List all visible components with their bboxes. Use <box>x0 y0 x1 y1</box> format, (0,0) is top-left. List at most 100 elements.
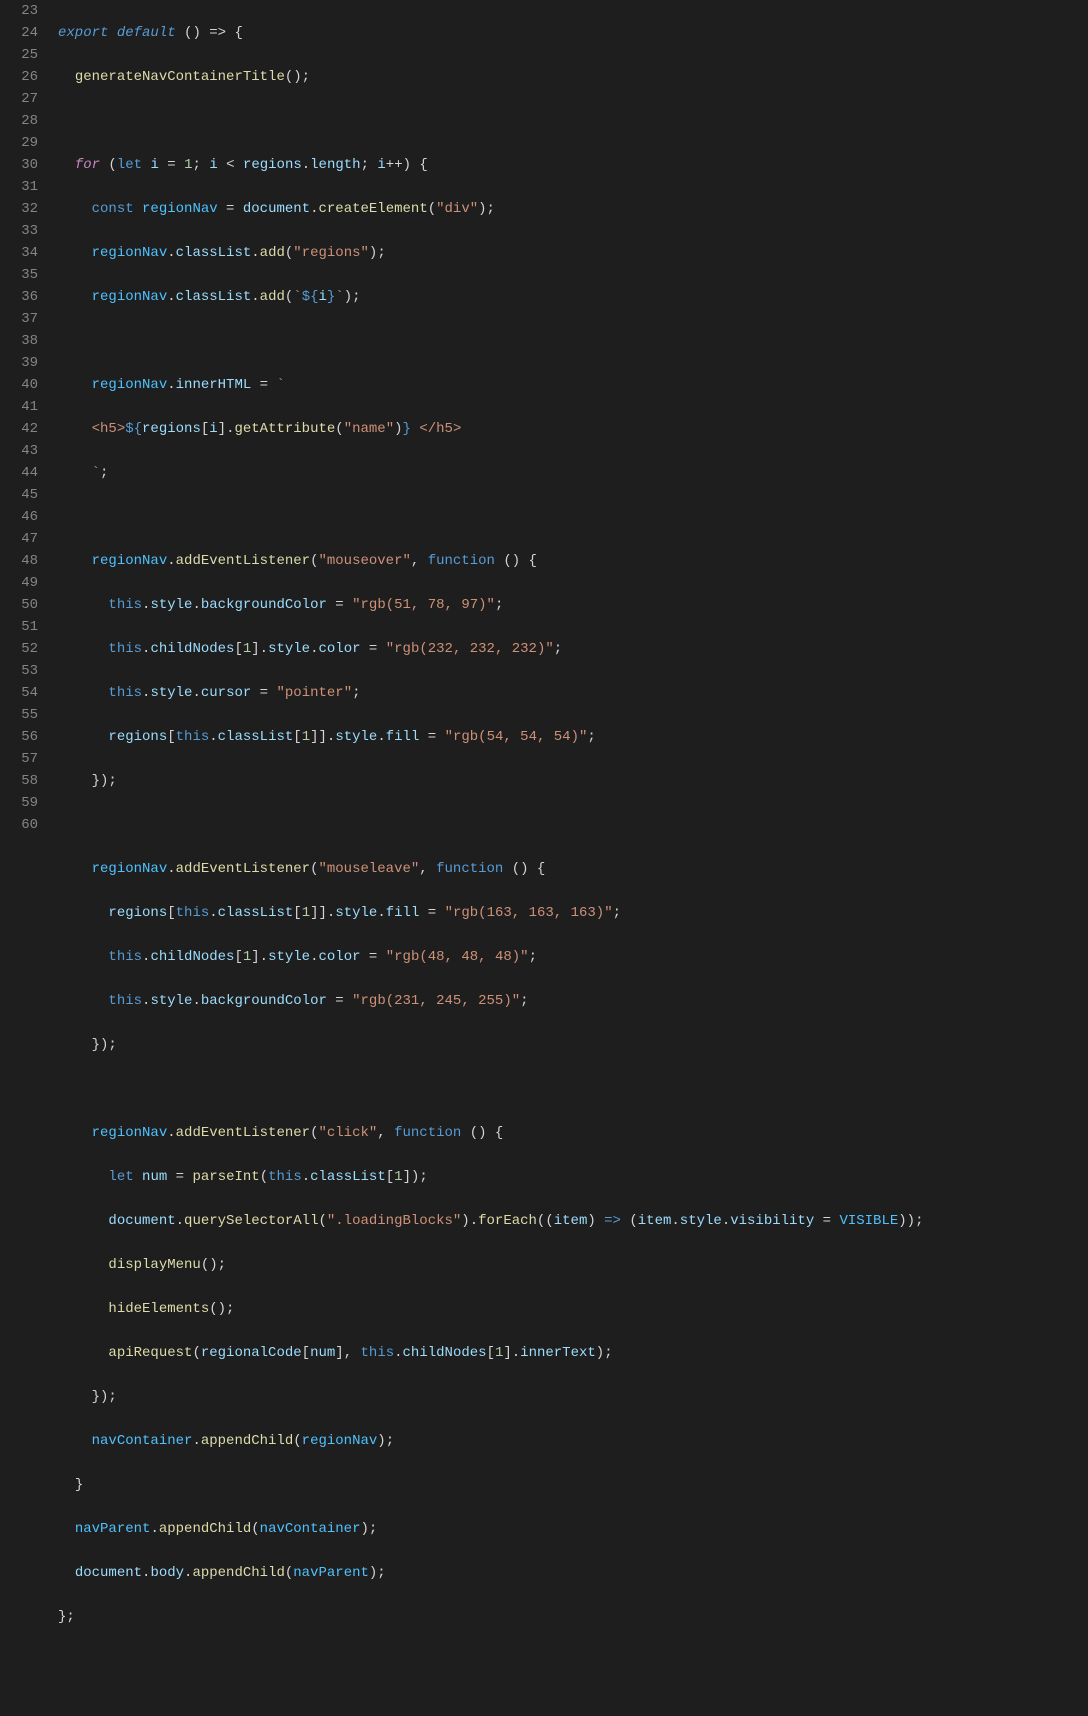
string: "regions" <box>293 245 369 261</box>
code-text: . <box>310 641 318 657</box>
fn-call: add <box>260 245 285 261</box>
num: 1 <box>302 729 310 745</box>
var: regionNav <box>92 553 168 569</box>
code-text: (); <box>285 69 310 85</box>
prop: innerText <box>520 1345 596 1361</box>
code-text: ; <box>100 465 108 481</box>
code-text: ] <box>218 421 226 437</box>
code-text: ] <box>335 1345 343 1361</box>
code-text: [ <box>167 905 175 921</box>
line-number: 32 <box>0 198 46 220</box>
var: regionNav <box>92 377 168 393</box>
line-number: 43 <box>0 440 46 462</box>
code-text: () { <box>503 861 545 877</box>
line-number: 52 <box>0 638 46 660</box>
fn-call: appendChild <box>192 1565 284 1581</box>
prop: body <box>150 1565 184 1581</box>
line-number: 39 <box>0 352 46 374</box>
code-text: . <box>167 245 175 261</box>
code-text: ] <box>403 1169 411 1185</box>
line-number: 35 <box>0 264 46 286</box>
code-text: = <box>419 729 444 745</box>
code-text: . <box>192 597 200 613</box>
code-text: . <box>142 949 150 965</box>
code-text: < <box>226 157 243 173</box>
prop: innerHTML <box>176 377 252 393</box>
line-number: 37 <box>0 308 46 330</box>
prop: style <box>150 597 192 613</box>
prop: fill <box>386 729 420 745</box>
code-text: = <box>167 1169 192 1185</box>
var: document <box>108 1213 175 1229</box>
code-text: ++ <box>386 157 403 173</box>
code-text: ( <box>621 1213 638 1229</box>
code-text: . <box>470 1213 478 1229</box>
code-text: ( <box>100 157 117 173</box>
fn-call: hideElements <box>108 1301 209 1317</box>
var: item <box>638 1213 672 1229</box>
code-text: = <box>327 993 352 1009</box>
var: navParent <box>75 1521 151 1537</box>
prop: style <box>268 641 310 657</box>
code-text: [ <box>234 949 242 965</box>
keyword: this <box>176 905 210 921</box>
keyword: default <box>117 25 176 41</box>
var: navParent <box>293 1565 369 1581</box>
code-text: ); <box>377 1433 394 1449</box>
code-text: ); <box>411 1169 428 1185</box>
prop: childNodes <box>150 641 234 657</box>
string: ` <box>293 289 301 305</box>
code-text: . <box>142 1565 150 1581</box>
keyword: export <box>58 25 108 41</box>
code-text: . <box>302 1169 310 1185</box>
keyword: this <box>361 1345 395 1361</box>
code-text: . <box>142 993 150 1009</box>
code-text: . <box>209 905 217 921</box>
code-editor[interactable]: 2324252627282930313233343536373839404142… <box>0 0 1088 1716</box>
line-number: 23 <box>0 0 46 22</box>
string: "rgb(51, 78, 97)" <box>352 597 495 613</box>
code-text: ; <box>361 157 378 173</box>
code-text: (); <box>209 1301 234 1317</box>
code-text: . <box>310 201 318 217</box>
code-text: = <box>251 685 276 701</box>
code-text: [ <box>487 1345 495 1361</box>
fn-call: appendChild <box>201 1433 293 1449</box>
code-text: ( <box>310 1125 318 1141</box>
code-text: )); <box>898 1213 923 1229</box>
line-number: 31 <box>0 176 46 198</box>
keyword: function <box>428 553 495 569</box>
fn-call: getAttribute <box>234 421 335 437</box>
keyword: const <box>92 201 134 217</box>
line-number: 30 <box>0 154 46 176</box>
code-text: , <box>411 553 428 569</box>
code-text: . <box>192 685 200 701</box>
code-text: ; <box>495 597 503 613</box>
code-text: , <box>377 1125 394 1141</box>
string: "rgb(48, 48, 48)" <box>386 949 529 965</box>
code-text: ; <box>529 949 537 965</box>
var: i <box>319 289 327 305</box>
prop: classList <box>218 729 294 745</box>
prop: classList <box>176 245 252 261</box>
var: regions <box>142 421 201 437</box>
code-text: ); <box>478 201 495 217</box>
fn-call: querySelectorAll <box>184 1213 318 1229</box>
line-number: 44 <box>0 462 46 484</box>
string: "rgb(54, 54, 54)" <box>445 729 588 745</box>
var: regionalCode <box>201 1345 302 1361</box>
code-text: () => { <box>184 25 243 41</box>
var: item <box>554 1213 588 1229</box>
fn-call: apiRequest <box>108 1345 192 1361</box>
code-text: ; <box>193 157 210 173</box>
code-content[interactable]: export default () => { generateNavContai… <box>46 0 1088 1716</box>
line-number: 46 <box>0 506 46 528</box>
string: "mouseleave" <box>318 861 419 877</box>
line-number: 56 <box>0 726 46 748</box>
line-number: 36 <box>0 286 46 308</box>
code-text: ] <box>251 641 259 657</box>
code-text: . <box>377 905 385 921</box>
var: regionNav <box>92 861 168 877</box>
keyword: => <box>604 1213 621 1229</box>
line-number: 57 <box>0 748 46 770</box>
